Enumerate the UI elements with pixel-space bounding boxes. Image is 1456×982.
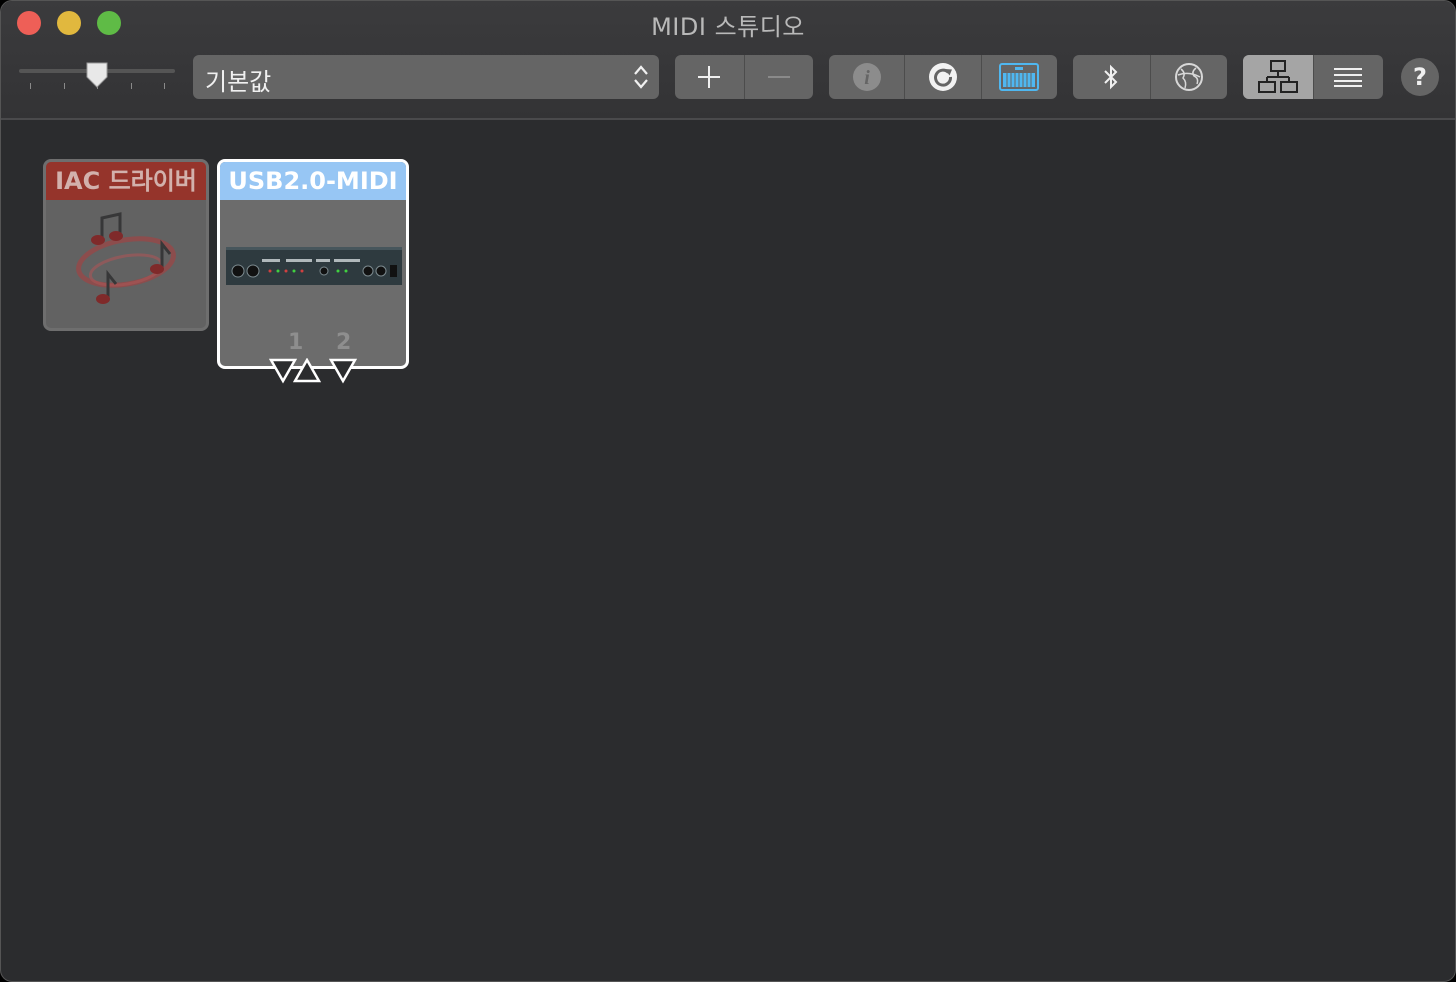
bluetooth-config-button[interactable] bbox=[1073, 55, 1151, 99]
plus-icon bbox=[698, 66, 721, 88]
help-button[interactable]: ? bbox=[1401, 58, 1439, 96]
device-iac-driver[interactable]: IAC 드라이버 bbox=[43, 159, 209, 331]
connection-segment bbox=[1073, 55, 1227, 99]
port-number: 1 bbox=[288, 330, 304, 355]
svg-text:i: i bbox=[864, 67, 870, 89]
device-usb-midi[interactable]: USB2.0-MIDI bbox=[217, 159, 409, 369]
globe-icon bbox=[1174, 63, 1203, 91]
test-keyboard-button[interactable] bbox=[982, 55, 1057, 99]
device-name: IAC 드라이버 bbox=[46, 162, 206, 200]
toolbar: MIDI 스튜디오 기본값 i ? bbox=[1, 1, 1455, 120]
updown-chevron-icon bbox=[634, 65, 648, 89]
add-remove-segment bbox=[675, 55, 813, 99]
slider-thumb[interactable] bbox=[85, 61, 109, 89]
view-mode-segment bbox=[1243, 55, 1383, 99]
remove-device-button[interactable] bbox=[745, 55, 814, 99]
hierarchy-icon bbox=[1257, 60, 1298, 93]
minus-icon bbox=[767, 76, 790, 78]
configuration-select[interactable]: 기본값 bbox=[193, 55, 659, 99]
device-name: USB2.0-MIDI bbox=[220, 162, 406, 200]
list-icon bbox=[1334, 68, 1363, 87]
bluetooth-icon bbox=[1104, 64, 1118, 90]
midi-studio-window: MIDI 스튜디오 기본값 i ? IAC 드라이버 USB2.0-MIDI 1… bbox=[0, 0, 1456, 982]
icon-view-button[interactable] bbox=[1243, 55, 1314, 99]
port-1-in-connector[interactable] bbox=[293, 358, 321, 384]
port-number: 2 bbox=[336, 330, 352, 355]
network-config-button[interactable] bbox=[1151, 55, 1228, 99]
midi-interface-image bbox=[226, 247, 402, 285]
window-title: MIDI 스튜디오 bbox=[651, 13, 805, 41]
info-icon: i bbox=[852, 63, 881, 91]
show-info-button[interactable]: i bbox=[829, 55, 906, 99]
port-2-out-connector[interactable] bbox=[329, 358, 357, 384]
rescan-icon bbox=[928, 63, 957, 91]
add-device-button[interactable] bbox=[675, 55, 745, 99]
piano-keyboard-icon bbox=[999, 63, 1040, 91]
configuration-value: 기본값 bbox=[205, 68, 272, 96]
rescan-midi-button[interactable] bbox=[905, 55, 982, 99]
list-view-button[interactable] bbox=[1314, 55, 1384, 99]
device-actions-segment: i bbox=[829, 55, 1057, 99]
music-notes-icon bbox=[76, 212, 176, 304]
